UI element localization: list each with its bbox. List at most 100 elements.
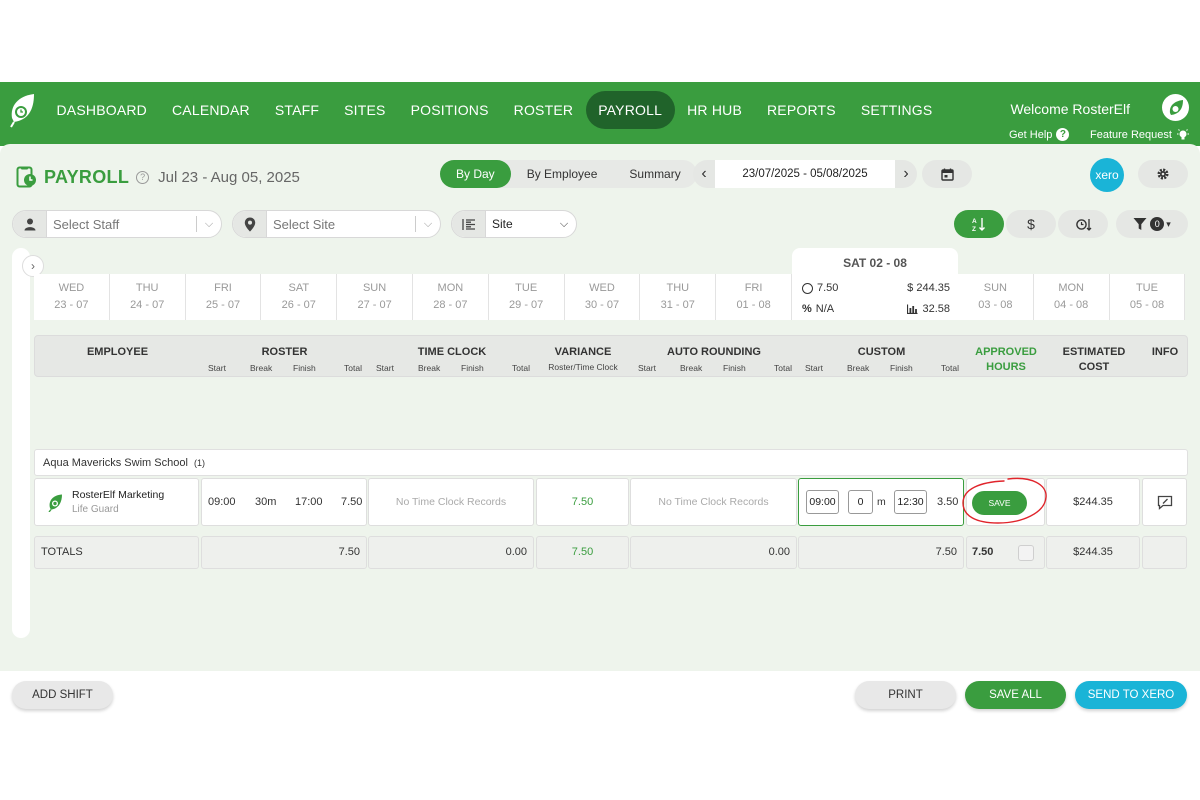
view-summary[interactable]: Summary <box>613 160 696 188</box>
day-mon-04-08[interactable]: MON 04 - 08 <box>1033 274 1110 320</box>
map-pin-icon <box>233 211 267 237</box>
dollar-icon: $ <box>1027 216 1035 232</box>
custom-finish-input[interactable] <box>894 490 927 514</box>
employee-cell[interactable]: RosterElf Marketing Life Guard <box>34 478 199 526</box>
selected-day-row-2: % N/A 32.58 <box>802 303 950 315</box>
col-employee: EMPLOYEE <box>86 346 149 358</box>
person-icon <box>13 211 47 237</box>
day-date: 25 - 07 <box>205 299 241 311</box>
col-info: INFO <box>1151 346 1179 358</box>
custom-sub-break: Break <box>847 363 870 373</box>
nav-item-hr-hub[interactable]: HR HUB <box>675 91 755 129</box>
custom-start-input[interactable] <box>806 490 839 514</box>
staff-select[interactable]: Select Staff ⌵ <box>12 210 222 238</box>
bar-chart-icon <box>907 304 918 314</box>
time-sort-button[interactable] <box>1058 210 1108 238</box>
add-shift-button[interactable]: ADD SHIFT <box>12 681 113 709</box>
approve-all-checkbox[interactable] <box>1018 545 1034 561</box>
funnel-icon <box>1133 218 1147 230</box>
help-icon: ? <box>1056 128 1070 141</box>
selected-day-percent: N/A <box>815 303 835 315</box>
site-group-count: (1) <box>193 458 205 468</box>
custom-total: 3.50 <box>937 496 959 508</box>
filter-button[interactable]: 0 ▾ <box>1116 210 1188 238</box>
rosterelf-logo-icon[interactable] <box>8 92 36 128</box>
save-button[interactable]: SAVE <box>972 491 1027 515</box>
chevron-right-icon[interactable]: › <box>895 165 917 183</box>
feature-request-link[interactable]: Feature Request <box>1090 128 1190 141</box>
nav-item-reports[interactable]: REPORTS <box>754 91 848 129</box>
get-help-label: Get Help <box>1009 128 1053 141</box>
chevron-down-icon: ⌵ <box>204 217 214 230</box>
day-date: 24 - 07 <box>130 299 165 311</box>
nav-item-settings[interactable]: SETTINGS <box>848 91 945 129</box>
view-by-day[interactable]: By Day <box>440 160 511 188</box>
day-tue-05-08[interactable]: TUE 05 - 08 <box>1109 274 1186 320</box>
day-date: 29 - 07 <box>509 299 544 311</box>
selected-day-cost: $ 244.35 <box>907 282 950 294</box>
xero-button[interactable]: xero <box>1090 158 1124 192</box>
rosterelf-avatar-icon <box>1169 99 1183 115</box>
roster-cell: 09:00 30m 17:00 7.50 <box>201 478 367 526</box>
print-button[interactable]: PRINT <box>855 681 956 709</box>
left-rail <box>12 248 30 638</box>
info-cell[interactable] <box>1142 478 1187 526</box>
totals-auto-rounding: 0.00 <box>630 536 797 569</box>
day-thu-24-07[interactable]: THU 24 - 07 <box>109 274 186 320</box>
day-sun-27-07[interactable]: SUN 27 - 07 <box>337 274 413 320</box>
group-by-value: Site <box>492 217 513 231</box>
date-range-input[interactable] <box>715 160 895 188</box>
totals-info <box>1142 536 1187 569</box>
auto-rounding-cell: No Time Clock Records <box>630 478 797 526</box>
help-question-icon[interactable]: ? <box>136 170 150 184</box>
chevron-down-icon: ⌵ <box>423 217 433 230</box>
nav-item-sites[interactable]: SITES <box>332 91 398 129</box>
user-avatar[interactable] <box>1162 94 1189 121</box>
day-sun-03-08[interactable]: SUN 03 - 08 <box>957 274 1034 320</box>
group-by-select[interactable]: Site ⌵ <box>451 210 577 238</box>
day-wed-30-07[interactable]: WED 30 - 07 <box>564 274 641 320</box>
list-icon <box>452 211 486 237</box>
welcome-text: Welcome RosterElf <box>1010 101 1130 117</box>
day-date: 05 - 08 <box>1129 299 1165 311</box>
nav-item-calendar[interactable]: CALENDAR <box>159 91 262 129</box>
day-thu-31-07[interactable]: THU 31 - 07 <box>640 274 717 320</box>
date-range-navigator: ‹ › <box>693 160 917 188</box>
footer-bar: ADD SHIFT PRINT SAVE ALL SEND TO XERO <box>0 671 1200 718</box>
day-date: 23 - 07 <box>54 299 89 311</box>
sort-button[interactable]: A Z <box>954 210 1004 238</box>
day-mon-28-07[interactable]: MON 28 - 07 <box>412 274 489 320</box>
col-variance: VARIANCE <box>554 346 612 358</box>
page-title: PAYROLL <box>44 166 130 187</box>
send-to-xero-button[interactable]: SEND TO XERO <box>1075 681 1187 709</box>
day-wed-23-07[interactable]: WED 23 - 07 <box>34 274 110 320</box>
cost-toggle-button[interactable]: $ <box>1006 210 1056 238</box>
day-sat-26-07[interactable]: SAT 26 - 07 <box>261 274 338 320</box>
filter-count-badge: 0 <box>1150 217 1165 231</box>
custom-break-input[interactable] <box>848 490 873 514</box>
employee-name: RosterElf Marketing <box>72 489 165 501</box>
save-all-button[interactable]: SAVE ALL <box>965 681 1066 709</box>
employee-position: Life Guard <box>72 504 119 515</box>
col-time-clock: TIME CLOCK <box>417 346 487 358</box>
nav-item-staff[interactable]: STAFF <box>262 91 331 129</box>
day-name: MON <box>437 282 464 294</box>
day-name: TUE <box>515 282 538 294</box>
nav-item-roster[interactable]: ROSTER <box>501 91 586 129</box>
time-clock-sub-total: Total <box>512 363 530 373</box>
settings-button[interactable] <box>1138 160 1188 188</box>
nav-item-dashboard[interactable]: DASHBOARD <box>44 91 159 129</box>
day-fri-25-07[interactable]: FRI 25 - 07 <box>185 274 262 320</box>
nav-item-positions[interactable]: POSITIONS <box>398 91 501 129</box>
day-fri-01-08[interactable]: FRI 01 - 08 <box>716 274 792 320</box>
chevron-left-icon[interactable]: ‹ <box>693 165 715 183</box>
day-date: 03 - 08 <box>978 299 1013 311</box>
get-help-link[interactable]: Get Help ? <box>1009 128 1070 141</box>
day-strip: WED 23 - 07 THU 24 - 07 FRI 25 - 07 SAT 26 - 07… <box>34 274 1187 320</box>
nav-item-payroll[interactable]: PAYROLL <box>585 91 675 129</box>
selected-day-card[interactable]: SAT 02 - 08 7.50 $ 244.35 % N/A 32.58 <box>792 248 958 320</box>
day-tue-29-07[interactable]: TUE 29 - 07 <box>488 274 565 320</box>
view-by-employee[interactable]: By Employee <box>511 160 614 188</box>
site-select[interactable]: Select Site ⌵ <box>232 210 441 238</box>
calendar-button[interactable] <box>922 160 972 188</box>
